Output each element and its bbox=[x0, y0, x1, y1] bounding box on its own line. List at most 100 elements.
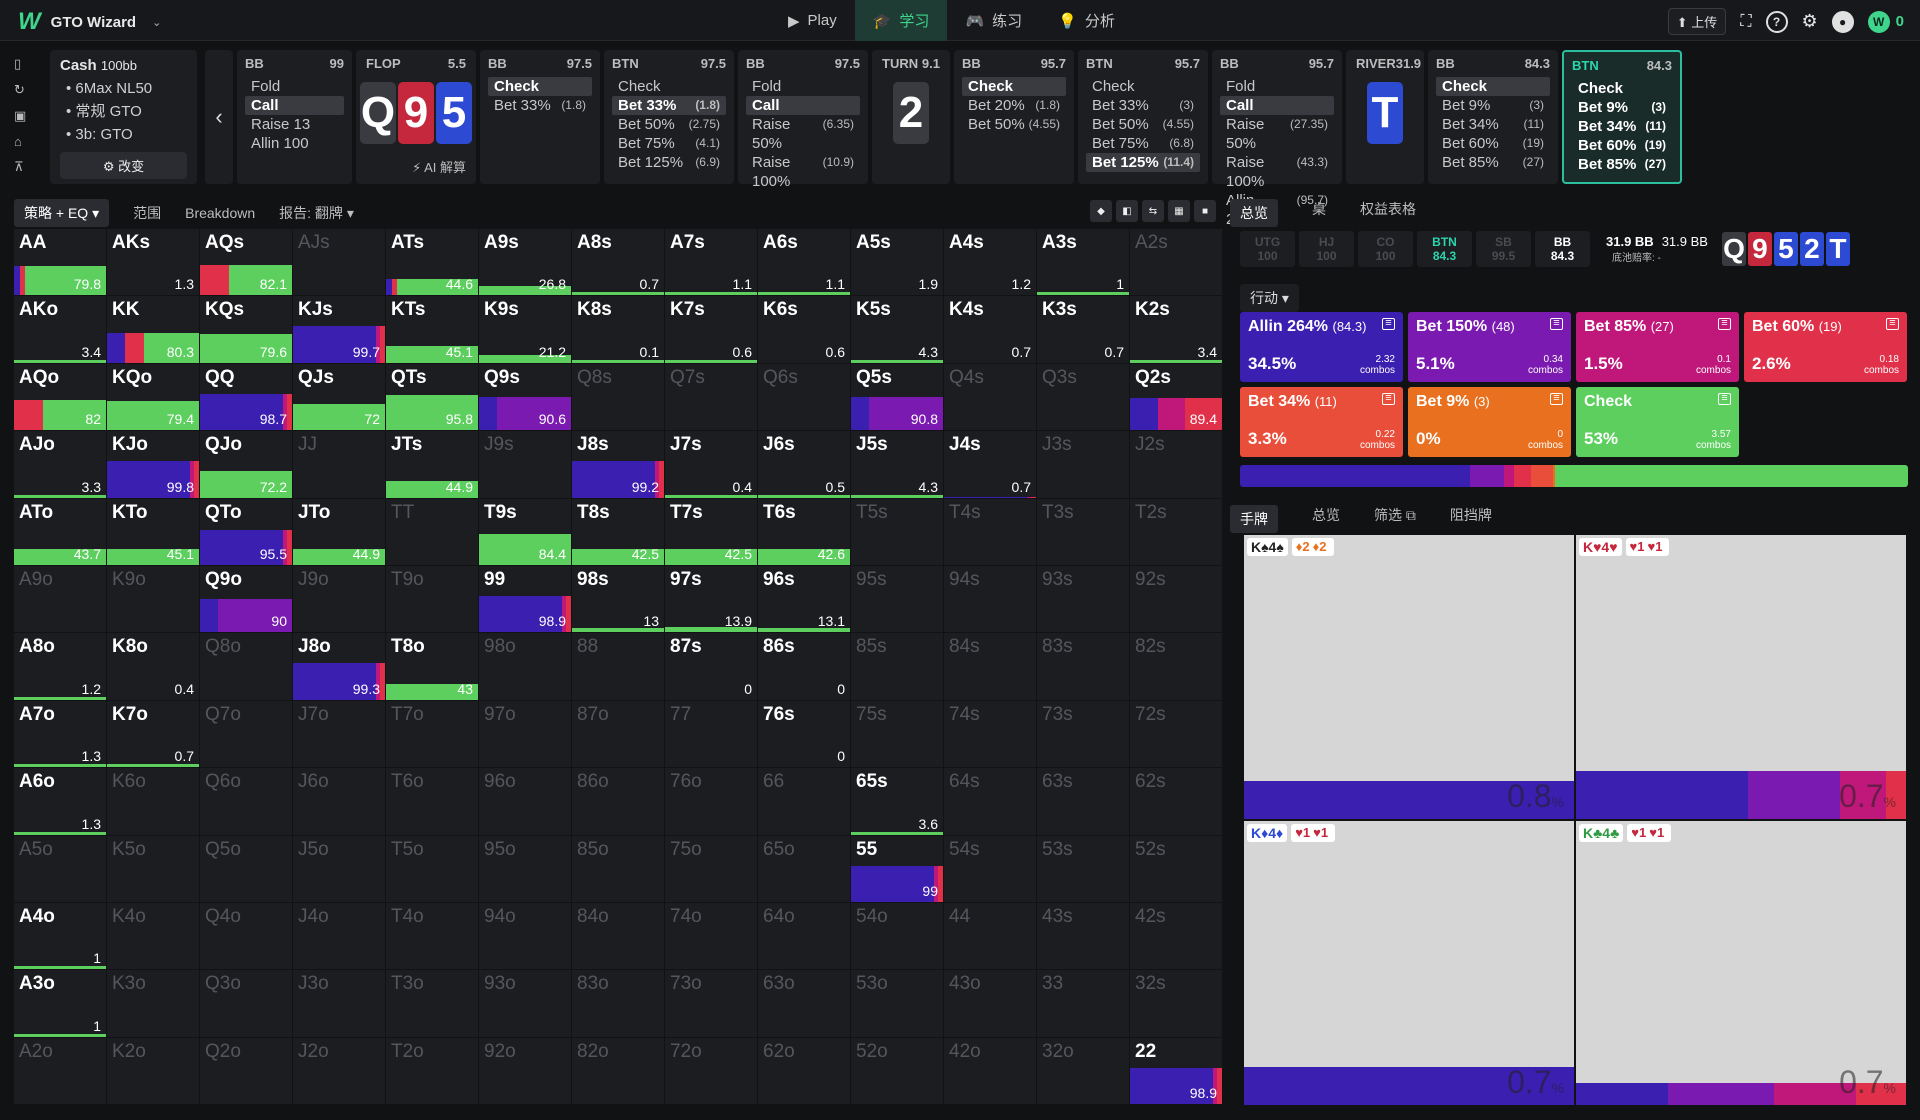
action-option[interactable]: Raise 100% (43.3) bbox=[1220, 153, 1334, 191]
hand-cell[interactable]: 42o bbox=[944, 1037, 1037, 1106]
hand-cell[interactable]: 43s bbox=[1037, 902, 1130, 971]
hand-cell[interactable]: J6s 0.5 bbox=[758, 431, 851, 499]
action-option[interactable]: Fold bbox=[746, 77, 860, 96]
gear-icon[interactable]: ⚙ bbox=[1802, 11, 1818, 32]
hand-cell[interactable]: K5o bbox=[107, 835, 200, 903]
action-option[interactable]: Bet 33% (1.8) bbox=[488, 96, 592, 115]
hand-cell[interactable]: JTs 44.9 bbox=[386, 431, 479, 499]
hand-cell[interactable]: K4s 0.7 bbox=[944, 296, 1037, 364]
action-box[interactable]: Bet 150% (48) ≡ 5.1% 0.34 combos bbox=[1408, 312, 1571, 382]
action-dropdown[interactable]: 行动 ▾ bbox=[1240, 284, 1299, 312]
hand-cell[interactable]: 22 98.9 bbox=[1130, 1037, 1223, 1106]
hand-cell[interactable]: K9s 21.2 bbox=[479, 296, 572, 364]
hand-cell[interactable]: KJs 99.7 bbox=[293, 296, 386, 364]
hand-cell[interactable]: J4o bbox=[293, 902, 386, 971]
hand-cell[interactable]: 62o bbox=[758, 1037, 851, 1106]
hand-cell[interactable]: Q9o 90 bbox=[200, 565, 293, 634]
board-river[interactable]: RIVER 31.9 T bbox=[1346, 50, 1424, 184]
hand-cell[interactable]: 86s 0 bbox=[758, 633, 851, 701]
hand-cell[interactable]: AQs 82.1 bbox=[200, 229, 293, 297]
hand-cell[interactable]: 75s bbox=[851, 700, 944, 769]
hand-cell[interactable]: KJo 99.8 bbox=[107, 431, 200, 499]
hand-cell[interactable]: AKs 1.3 bbox=[107, 229, 200, 297]
hand-cell[interactable]: A6s 1.1 bbox=[758, 229, 851, 297]
hand-cell[interactable]: A6o 1.3 bbox=[14, 768, 107, 836]
hand-cell[interactable]: Q4o bbox=[200, 902, 293, 971]
hand-cell[interactable]: Q6o bbox=[200, 768, 293, 836]
hand-cell[interactable]: J3s bbox=[1037, 431, 1130, 499]
action-box[interactable]: Bet 60% (19) ≡ 2.6% 0.18 combos bbox=[1744, 312, 1907, 382]
hand-cell[interactable]: 54o bbox=[851, 902, 944, 971]
hand-cell[interactable]: 98s 13 bbox=[572, 565, 665, 634]
hand-cell[interactable]: K2o bbox=[107, 1037, 200, 1106]
action-option[interactable]: Bet 33% (3) bbox=[1086, 96, 1200, 115]
history-card-bb[interactable]: BB 97.5 Fold Call Raise 50% (6.35) Raise 100% (… bbox=[738, 50, 868, 190]
action-option[interactable]: Check bbox=[1572, 79, 1672, 98]
history-icon[interactable]: ↻ bbox=[14, 82, 26, 98]
hand-cell[interactable]: A3o 1 bbox=[14, 970, 107, 1038]
hand-cell[interactable]: 66 bbox=[758, 768, 851, 836]
hand-cell[interactable]: 87o bbox=[572, 700, 665, 769]
details-icon[interactable]: ≡ bbox=[1718, 318, 1731, 330]
help-icon[interactable]: ? bbox=[1765, 10, 1788, 33]
hand-cell[interactable]: AJo 3.3 bbox=[14, 431, 107, 499]
hand-cell[interactable]: JJ bbox=[293, 431, 386, 499]
hand-cell[interactable]: 83s bbox=[1037, 633, 1130, 701]
action-option[interactable]: Bet 125% (6.9) bbox=[612, 153, 726, 172]
hand-cell[interactable]: KQs 79.6 bbox=[200, 296, 293, 364]
hand-cell[interactable]: T2s bbox=[1130, 498, 1223, 566]
tab-overview[interactable]: 总览 bbox=[1230, 199, 1278, 227]
action-box[interactable]: Bet 85% (27) ≡ 1.5% 0.1 combos bbox=[1576, 312, 1739, 382]
screenshot-icon[interactable]: ⛶ bbox=[1740, 13, 1751, 31]
hand-cell[interactable]: Q8o bbox=[200, 633, 293, 701]
hand-cell[interactable]: J6o bbox=[293, 768, 386, 836]
tab-report[interactable]: 报告: 翻牌 ▾ bbox=[279, 203, 354, 223]
hand-cell[interactable]: 94o bbox=[479, 902, 572, 971]
action-option[interactable]: Call bbox=[1220, 96, 1334, 115]
hand-cell[interactable]: 92s bbox=[1130, 565, 1223, 634]
hand-cell[interactable]: 93o bbox=[479, 970, 572, 1038]
nav-tab-2[interactable]: 🎮 练习 bbox=[947, 0, 1040, 41]
combo-card[interactable]: K♥4♥ ♥1 ♥1 0.7% bbox=[1576, 535, 1906, 819]
hand-cell[interactable]: A9s 26.8 bbox=[479, 229, 572, 297]
combo-card[interactable]: K♣4♣ ♥1 ♥1 0.7% bbox=[1576, 821, 1906, 1105]
hand-cell[interactable]: 93s bbox=[1037, 565, 1130, 634]
user-icon[interactable]: ● bbox=[1831, 10, 1854, 33]
tab-hand-overview[interactable]: 总览 bbox=[1312, 505, 1340, 533]
hand-cell[interactable]: K2s 3.4 bbox=[1130, 296, 1223, 364]
hand-cell[interactable]: J5o bbox=[293, 835, 386, 903]
action-option[interactable]: Bet 50% (4.55) bbox=[1086, 115, 1200, 134]
hand-cell[interactable]: A2s bbox=[1130, 229, 1223, 297]
hand-cell[interactable]: T4o bbox=[386, 902, 479, 971]
combo-card[interactable]: K♠4♠ ♦2 ♦2 0.8% bbox=[1244, 535, 1574, 819]
details-icon[interactable]: ≡ bbox=[1382, 393, 1395, 405]
hand-cell[interactable]: T5s bbox=[851, 498, 944, 566]
hand-cell[interactable]: 88 bbox=[572, 633, 665, 701]
hand-cell[interactable]: 98o bbox=[479, 633, 572, 701]
action-option[interactable]: Bet 75% (6.8) bbox=[1086, 134, 1200, 153]
board-flop[interactable]: FLOP 5.5 Q 9 5 ⚡ AI 解算 bbox=[356, 50, 476, 184]
hand-cell[interactable]: 53o bbox=[851, 970, 944, 1038]
tab-table[interactable]: 桌 bbox=[1312, 199, 1326, 227]
tab-hands[interactable]: 手牌 bbox=[1230, 505, 1278, 533]
action-option[interactable]: Check bbox=[962, 77, 1066, 96]
back-button[interactable]: ‹ bbox=[205, 50, 233, 184]
hand-cell[interactable]: 65s 3.6 bbox=[851, 768, 944, 836]
hand-cell[interactable]: 64o bbox=[758, 902, 851, 971]
action-option[interactable]: Raise 13 bbox=[245, 115, 344, 134]
action-option[interactable]: Bet 85% (27) bbox=[1572, 155, 1672, 174]
hand-cell[interactable]: 42s bbox=[1130, 902, 1223, 971]
hand-cell[interactable]: 86o bbox=[572, 768, 665, 836]
action-box[interactable]: Bet 9% (3) ≡ 0% 0 combos bbox=[1408, 387, 1571, 457]
tab-filter[interactable]: 筛选 ⧉ bbox=[1374, 505, 1416, 533]
hand-cell[interactable]: J8s 99.2 bbox=[572, 431, 665, 499]
hand-cell[interactable]: TT bbox=[386, 498, 479, 566]
hand-cell[interactable]: A7s 1.1 bbox=[665, 229, 758, 297]
action-option[interactable]: Fold bbox=[1220, 77, 1334, 96]
hand-cell[interactable]: Q7s bbox=[665, 363, 758, 432]
hand-cell[interactable]: T7s 42.5 bbox=[665, 498, 758, 566]
hand-cell[interactable]: Q6s bbox=[758, 363, 851, 432]
nav-tab-0[interactable]: ▶ Play bbox=[770, 0, 855, 41]
hand-cell[interactable]: ATs 44.6 bbox=[386, 229, 479, 297]
action-option[interactable]: Check bbox=[1436, 77, 1550, 96]
